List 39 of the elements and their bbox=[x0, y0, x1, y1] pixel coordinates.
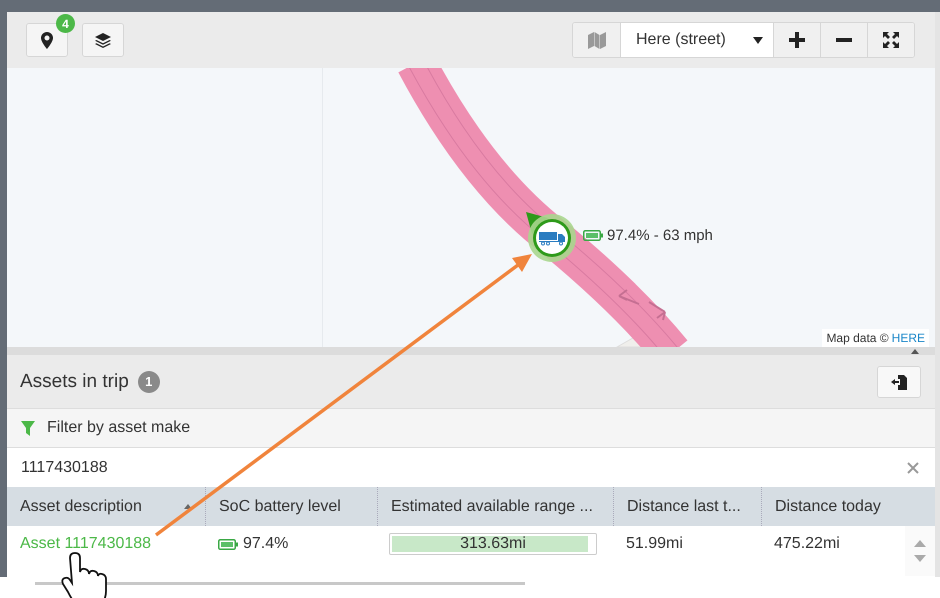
plus-icon bbox=[789, 32, 805, 48]
battery-icon bbox=[218, 538, 238, 550]
layers-button[interactable] bbox=[82, 23, 124, 57]
column-header[interactable]: SoC battery level bbox=[205, 487, 377, 526]
battery-icon bbox=[583, 230, 603, 241]
close-icon[interactable] bbox=[907, 462, 919, 474]
caret-icon bbox=[753, 36, 763, 44]
zoom-in-button[interactable] bbox=[773, 23, 820, 57]
count-badge: 4 bbox=[56, 14, 75, 33]
map-attribution: Map data © bbox=[826, 331, 889, 345]
range-value: 313.63mi bbox=[459, 534, 527, 554]
layers-icon bbox=[95, 32, 111, 48]
scrollbar-thumb[interactable] bbox=[35, 582, 525, 584]
minus-icon bbox=[836, 38, 852, 42]
zoom-out-button[interactable] bbox=[820, 23, 867, 57]
count-badge: 1 bbox=[138, 370, 160, 392]
collapse-arrow-icon[interactable] bbox=[911, 348, 919, 354]
search-field[interactable]: 1117430188 bbox=[21, 458, 907, 476]
sort-arrow-icon bbox=[184, 504, 192, 509]
column-header[interactable]: Distance today bbox=[761, 487, 935, 526]
export-button[interactable] bbox=[877, 366, 921, 398]
folded-map-icon bbox=[588, 32, 606, 48]
map-provider-link[interactable]: HERE bbox=[892, 331, 925, 345]
marker-label: 97.4% - 63 mph bbox=[607, 227, 713, 244]
map-pin-icon bbox=[41, 32, 53, 48]
map-style-dropdown[interactable]: Here (street) bbox=[620, 23, 773, 57]
table-cell: 97.4% bbox=[243, 535, 288, 553]
column-header[interactable]: Asset description bbox=[7, 487, 205, 526]
funnel-icon bbox=[21, 420, 35, 436]
table-cell: 51.99mi bbox=[626, 535, 683, 553]
truck-marker-icon bbox=[526, 212, 578, 264]
panel-title: Assets in trip bbox=[20, 370, 129, 392]
column-header[interactable]: Distance last t... bbox=[613, 487, 761, 526]
expand-arrows-icon bbox=[883, 32, 899, 48]
filter-label[interactable]: Filter by asset make bbox=[47, 419, 190, 437]
fullscreen-button[interactable] bbox=[867, 23, 914, 57]
column-header[interactable]: Estimated available range ... bbox=[377, 487, 613, 526]
table-cell: 475.22mi bbox=[774, 535, 840, 553]
document-arrow-icon bbox=[891, 374, 907, 390]
